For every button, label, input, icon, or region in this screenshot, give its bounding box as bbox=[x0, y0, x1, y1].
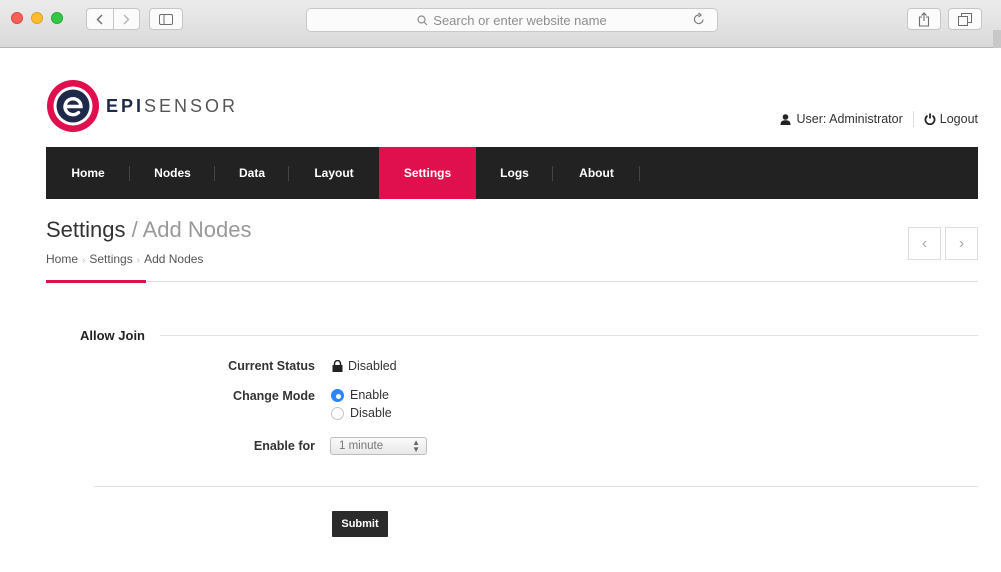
back-button[interactable] bbox=[86, 8, 114, 30]
zoom-window-button[interactable] bbox=[51, 12, 63, 24]
main-nav: Home Nodes Data Layout Settings Logs Abo… bbox=[46, 147, 978, 199]
chevron-left-icon bbox=[96, 14, 103, 24]
minimize-window-button[interactable] bbox=[31, 12, 43, 24]
tabs-overview-button[interactable] bbox=[948, 8, 982, 30]
enable-for-select[interactable]: 1 minute ▲ ▼ bbox=[330, 437, 427, 455]
radio-selected-icon[interactable] bbox=[331, 388, 344, 402]
window-edge bbox=[993, 30, 1001, 48]
submit-button[interactable]: Submit bbox=[332, 511, 388, 537]
browser-window: Search or enter website name EPISENSOR U… bbox=[0, 0, 1001, 572]
select-arrows-icon: ▲ ▼ bbox=[412, 438, 420, 454]
prev-page-button[interactable]: ‹ bbox=[908, 227, 941, 260]
reload-icon[interactable] bbox=[693, 12, 705, 25]
nav-item-logs[interactable]: Logs bbox=[476, 147, 553, 199]
share-button[interactable] bbox=[907, 8, 941, 30]
header-accent-bar bbox=[46, 280, 146, 283]
nav-item-data[interactable]: Data bbox=[215, 147, 289, 199]
nav-item-home[interactable]: Home bbox=[46, 147, 130, 199]
mode-radio-disable[interactable]: Disable bbox=[331, 406, 392, 420]
logout-link[interactable]: Logout bbox=[940, 112, 978, 126]
breadcrumb: Home › Settings › Add Nodes bbox=[46, 252, 203, 266]
breadcrumb-home[interactable]: Home bbox=[46, 252, 78, 266]
lock-icon bbox=[332, 360, 343, 372]
logo-wordmark: EPISENSOR bbox=[106, 95, 239, 116]
sidebar-icon bbox=[159, 13, 173, 25]
change-mode-label: Change Mode bbox=[233, 389, 315, 403]
enable-for-label: Enable for bbox=[253, 439, 315, 453]
tabs-icon bbox=[958, 12, 972, 26]
address-placeholder: Search or enter website name bbox=[433, 12, 607, 28]
nav-item-layout[interactable]: Layout bbox=[289, 147, 379, 199]
section-title: Allow Join bbox=[80, 328, 145, 343]
current-status-value: Disabled bbox=[332, 359, 397, 373]
page-title: Settings / Add Nodes bbox=[46, 217, 252, 242]
section-divider bbox=[160, 335, 978, 336]
breadcrumb-add-nodes: Add Nodes bbox=[144, 252, 204, 266]
logo-mark-icon bbox=[47, 80, 99, 132]
user-icon bbox=[780, 113, 791, 125]
divider bbox=[912, 111, 914, 127]
history-nav bbox=[86, 8, 140, 30]
forward-button[interactable] bbox=[113, 8, 140, 30]
search-icon bbox=[417, 14, 428, 25]
current-status-label: Current Status bbox=[228, 359, 315, 373]
sidebar-toggle-button[interactable] bbox=[149, 8, 183, 30]
nav-item-nodes[interactable]: Nodes bbox=[130, 147, 215, 199]
close-window-button[interactable] bbox=[11, 12, 23, 24]
chevron-right-icon: › bbox=[82, 255, 86, 266]
user-bar: User: Administrator Logout bbox=[780, 111, 978, 127]
user-label[interactable]: User: Administrator bbox=[796, 112, 902, 126]
episensor-logo[interactable]: EPISENSOR bbox=[46, 79, 238, 133]
chevron-right-icon: › bbox=[958, 234, 965, 252]
next-page-button[interactable]: › bbox=[945, 227, 978, 260]
browser-toolbar: Search or enter website name bbox=[0, 0, 1001, 48]
radio-unselected-icon[interactable] bbox=[331, 406, 344, 420]
address-bar[interactable]: Search or enter website name bbox=[306, 8, 718, 32]
form-divider bbox=[94, 486, 978, 487]
chevron-right-icon: › bbox=[136, 255, 141, 266]
nav-item-about[interactable]: About bbox=[553, 147, 640, 199]
chevron-right-icon bbox=[123, 14, 130, 24]
page-content: EPISENSOR User: Administrator Logout Hom… bbox=[0, 49, 1001, 572]
share-icon bbox=[918, 11, 930, 27]
chevron-left-icon: ‹ bbox=[921, 234, 928, 252]
mode-radio-enable[interactable]: Enable bbox=[331, 388, 389, 402]
header-divider bbox=[46, 281, 978, 282]
nav-item-settings[interactable]: Settings bbox=[379, 147, 476, 199]
breadcrumb-settings[interactable]: Settings bbox=[89, 252, 132, 266]
power-icon bbox=[924, 113, 936, 125]
